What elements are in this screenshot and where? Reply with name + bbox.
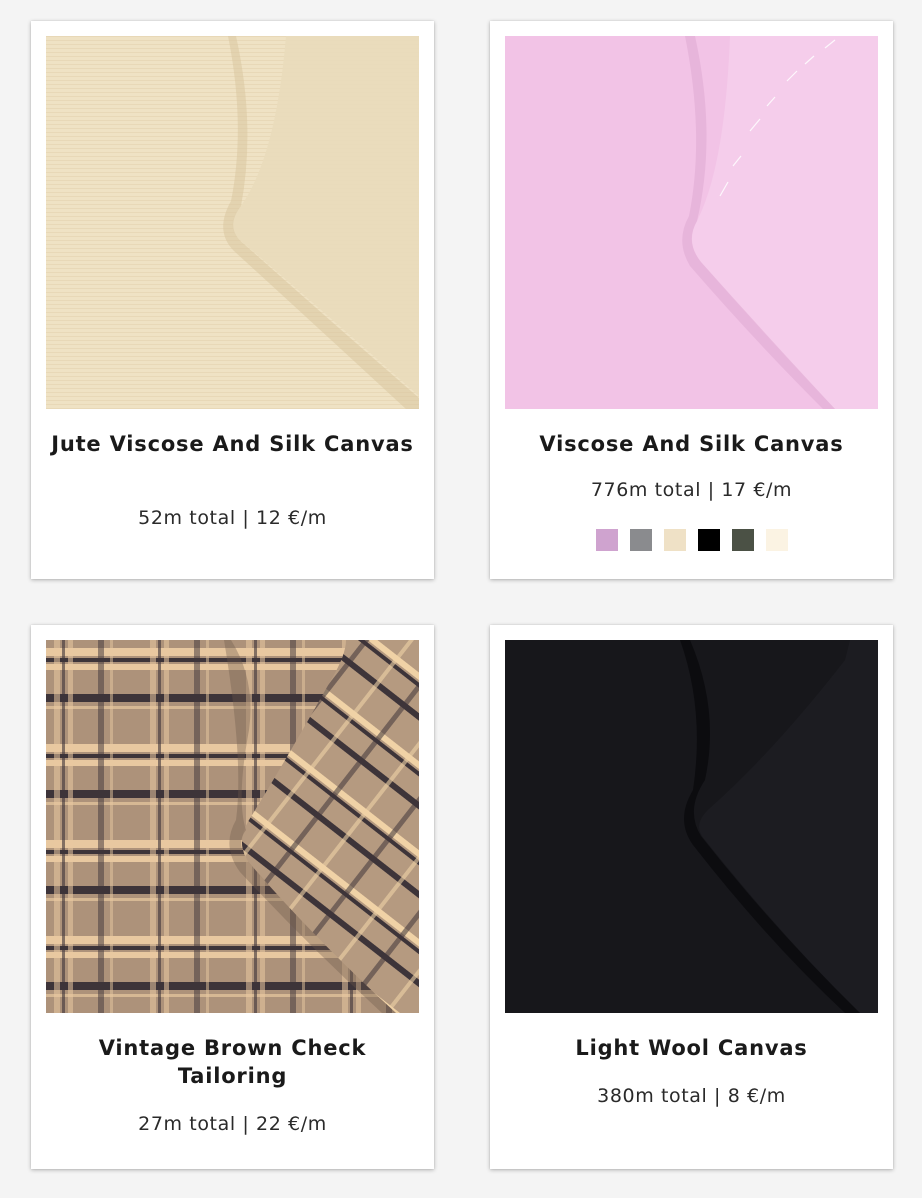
- product-meta: 27m total | 22 €/m: [138, 1113, 327, 1135]
- product-meta: 52m total | 12 €/m: [138, 507, 327, 529]
- product-card[interactable]: Viscose And Silk Canvas 776m total | 17 …: [490, 21, 893, 579]
- product-title[interactable]: Vintage Brown Check Tailoring: [51, 1034, 414, 1090]
- color-swatch[interactable]: [629, 529, 652, 551]
- product-title[interactable]: Viscose And Silk Canvas: [510, 430, 873, 458]
- fabric-image[interactable]: [46, 36, 419, 409]
- product-title[interactable]: Light Wool Canvas: [510, 1034, 873, 1062]
- color-swatch[interactable]: [731, 529, 754, 551]
- fabric-image[interactable]: [505, 36, 878, 409]
- color-swatch[interactable]: [595, 529, 618, 551]
- product-card[interactable]: Jute Viscose And Silk Canvas 52m total |…: [31, 21, 434, 579]
- fabric-image[interactable]: [46, 640, 419, 1013]
- color-swatch[interactable]: [697, 529, 720, 551]
- product-card[interactable]: Vintage Brown Check Tailoring 27m total …: [31, 625, 434, 1169]
- product-meta: 776m total | 17 €/m: [590, 479, 793, 501]
- product-card[interactable]: Light Wool Canvas 380m total | 8 €/m: [490, 625, 893, 1169]
- color-swatch[interactable]: [663, 529, 686, 551]
- product-title[interactable]: Jute Viscose And Silk Canvas: [51, 430, 414, 458]
- product-grid: Jute Viscose And Silk Canvas 52m total |…: [0, 0, 922, 1198]
- color-variants: [490, 529, 893, 551]
- product-meta: 380m total | 8 €/m: [597, 1085, 786, 1107]
- fabric-image[interactable]: [505, 640, 878, 1013]
- color-swatch[interactable]: [765, 529, 788, 551]
